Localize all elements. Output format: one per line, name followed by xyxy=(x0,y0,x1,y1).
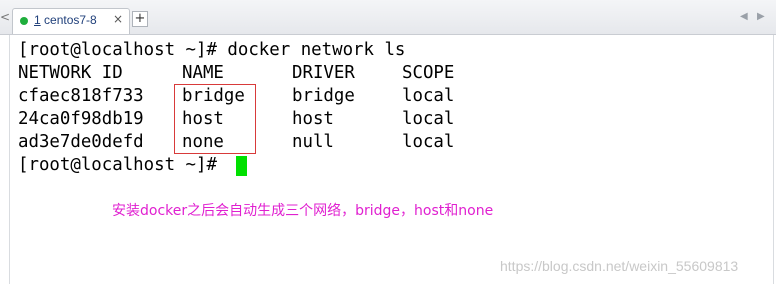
network-driver: host xyxy=(292,109,334,129)
tab-bar: < 1 centos7-8 × + ◀ ▶ xyxy=(0,0,776,35)
network-id: ad3e7de0defd xyxy=(18,132,144,152)
network-scope: local xyxy=(402,132,455,152)
network-scope: local xyxy=(402,109,455,129)
terminal-line-prompt: [root@localhost ~]# xyxy=(18,155,228,175)
network-id: 24ca0f98db19 xyxy=(18,109,144,129)
network-names-highlight-box xyxy=(174,84,256,154)
terminal-cursor xyxy=(236,156,247,176)
tab-label: 1 centos7-8 xyxy=(34,13,97,27)
network-driver: bridge xyxy=(292,86,355,106)
tab-title: centos7-8 xyxy=(44,13,97,27)
close-tab-icon[interactable]: × xyxy=(113,12,123,26)
tab-centos7-8[interactable]: 1 centos7-8 × xyxy=(12,8,130,34)
terminal-left-border xyxy=(9,35,10,284)
next-tab-icon[interactable]: ▶ xyxy=(757,11,765,22)
connected-status-icon xyxy=(20,17,28,25)
add-tab-button[interactable]: + xyxy=(132,11,148,27)
terminal-line-command: [root@localhost ~]# docker network ls xyxy=(18,40,406,60)
annotation-note: 安装docker之后会自动生成三个网络，bridge，host和none xyxy=(112,203,494,219)
network-scope: local xyxy=(402,86,455,106)
column-scope: SCOPE xyxy=(402,63,455,83)
column-name: NAME xyxy=(182,63,224,83)
terminal-right-border xyxy=(773,35,774,284)
scroll-tabs-left-icon[interactable]: < xyxy=(0,0,10,34)
network-id: cfaec818f733 xyxy=(18,86,144,106)
terminal-line-header: NETWORK ID NAME DRIVER SCOPE xyxy=(18,62,478,85)
network-driver: null xyxy=(292,132,334,152)
column-network-id: NETWORK ID xyxy=(18,63,123,83)
previous-tab-icon[interactable]: ◀ xyxy=(740,11,748,22)
tab-number: 1 xyxy=(34,13,41,27)
column-driver: DRIVER xyxy=(292,63,355,83)
watermark-text: https://blog.csdn.net/weixin_55609813 xyxy=(500,258,739,274)
